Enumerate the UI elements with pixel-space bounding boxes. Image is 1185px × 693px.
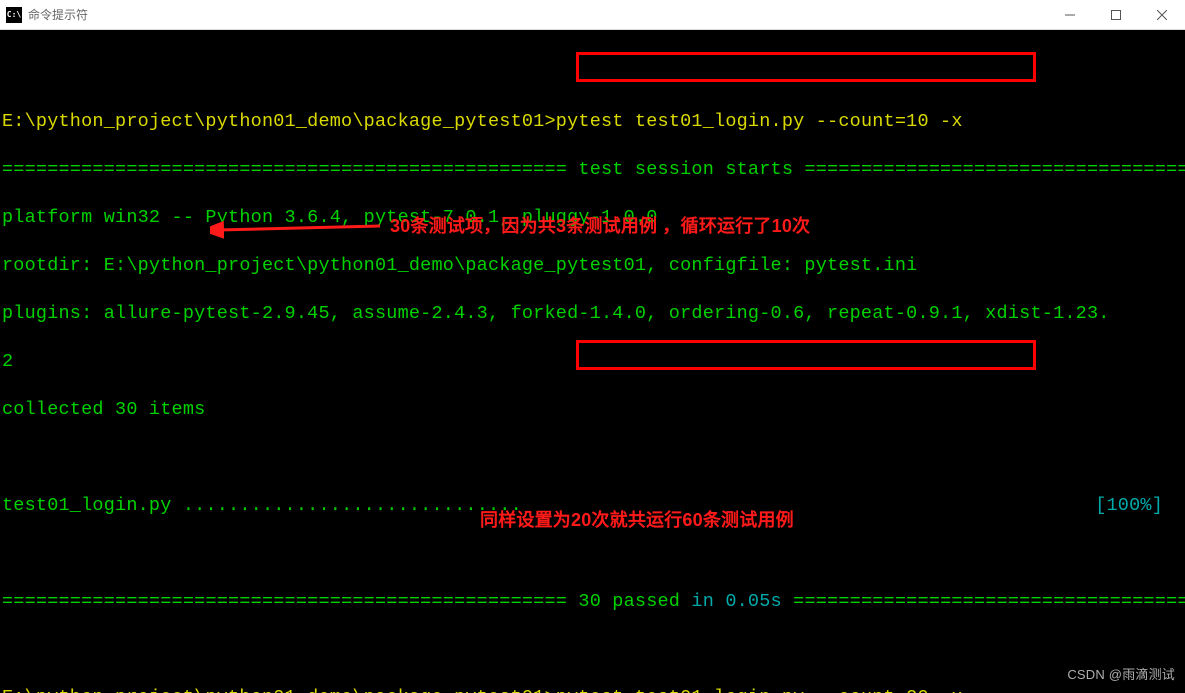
plugins-line-1b: 2 — [2, 350, 1185, 374]
window-controls — [1047, 0, 1185, 29]
minimize-button[interactable] — [1047, 0, 1093, 29]
terminal-output[interactable]: E:\python_project\python01_demo\package_… — [0, 30, 1185, 693]
collected-line-1: collected 30 items — [2, 398, 1185, 422]
watermark: CSDN @雨滴测试 — [1067, 663, 1175, 687]
prompt-line-1: E:\python_project\python01_demo\package_… — [2, 110, 1185, 134]
blank-line — [2, 62, 1185, 86]
rootdir-line-1: rootdir: E:\python_project\python01_demo… — [2, 254, 1185, 278]
summary-1: ========================================… — [2, 590, 1185, 614]
maximize-button[interactable] — [1093, 0, 1139, 29]
close-button[interactable] — [1139, 0, 1185, 29]
blank-line — [2, 542, 1185, 566]
cmd-icon: C:\ — [6, 7, 22, 23]
annotation-text-1: 30条测试项，因为共3条测试用例 ，循环运行了10次 — [390, 214, 810, 238]
session-sep-1: ========================================… — [2, 158, 1185, 182]
plugins-line-1: plugins: allure-pytest-2.9.45, assume-2.… — [2, 302, 1185, 326]
window-title: 命令提示符 — [28, 6, 88, 23]
blank-line — [2, 446, 1185, 470]
window-titlebar: C:\ 命令提示符 — [0, 0, 1185, 30]
blank-line — [2, 638, 1185, 662]
prompt-line-2: E:\python_project\python01_demo\package_… — [2, 686, 1185, 693]
annotation-text-2: 同样设置为20次就共运行60条测试用例 — [480, 508, 794, 532]
